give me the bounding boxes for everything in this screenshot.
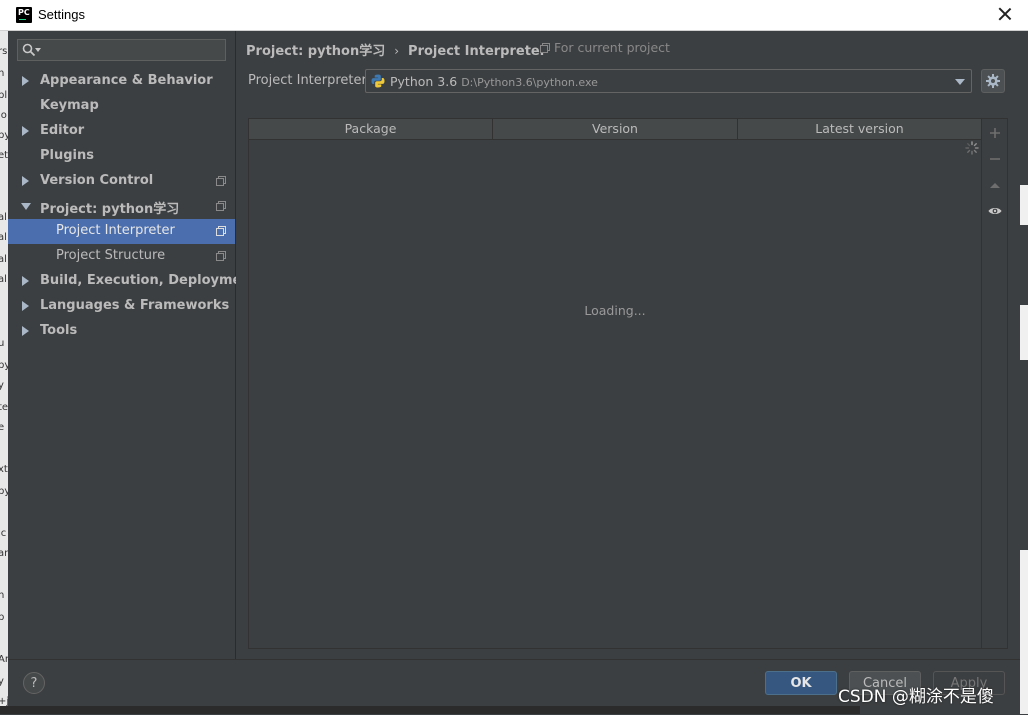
minus-icon bbox=[990, 158, 1000, 160]
upgrade-package-button[interactable] bbox=[985, 175, 1005, 195]
column-header-version[interactable]: Version bbox=[493, 119, 738, 139]
sidebar-item-languages-frameworks[interactable]: Languages & Frameworks bbox=[8, 294, 235, 319]
copy-icon bbox=[216, 201, 226, 211]
collapsed-arrow-icon[interactable] bbox=[22, 126, 29, 136]
sidebar-item-project-interpreter[interactable]: Project Interpreter bbox=[8, 219, 235, 244]
background-window-bottom bbox=[0, 706, 860, 714]
settings-sidebar: Appearance & Behavior Keymap Editor Plugins… bbox=[8, 31, 257, 659]
watermark: CSDN @糊涂不是傻 bbox=[838, 687, 994, 707]
sidebar-item-label: Project: python学习 bbox=[40, 202, 180, 217]
gear-icon bbox=[986, 74, 1000, 88]
settings-search-box[interactable] bbox=[17, 39, 226, 61]
copy-icon bbox=[216, 176, 226, 186]
install-package-button[interactable] bbox=[985, 123, 1005, 143]
interpreter-dropdown[interactable]: Python 3.6 D:\Python3.6\python.exe bbox=[365, 69, 972, 93]
sidebar-item-label: Project Structure bbox=[56, 248, 166, 263]
breadcrumb: Project: python学习 › Project Interpreter bbox=[246, 40, 546, 59]
breadcrumb-separator: › bbox=[394, 44, 400, 58]
collapsed-arrow-icon[interactable] bbox=[22, 276, 29, 286]
window-title: Settings bbox=[38, 7, 85, 22]
chevron-down-icon bbox=[35, 48, 41, 52]
sidebar-item-label: Plugins bbox=[40, 148, 94, 163]
interpreter-name: Python 3.6 bbox=[390, 74, 458, 89]
sidebar-item-keymap[interactable]: Keymap bbox=[8, 94, 235, 119]
title-bar: PC Settings bbox=[0, 0, 1028, 31]
plus-icon bbox=[990, 128, 1000, 138]
sidebar-item-label: Keymap bbox=[40, 98, 99, 113]
sidebar-item-label: Appearance & Behavior bbox=[40, 73, 213, 88]
collapsed-arrow-icon[interactable] bbox=[22, 326, 29, 336]
eye-icon bbox=[988, 208, 1002, 214]
uninstall-package-button[interactable] bbox=[985, 149, 1005, 169]
copy-icon bbox=[216, 226, 226, 236]
package-table[interactable]: Package Version Latest version Loading..… bbox=[249, 119, 982, 648]
sidebar-item-editor[interactable]: Editor bbox=[8, 119, 235, 144]
settings-search-input[interactable] bbox=[44, 41, 222, 59]
loading-spinner-icon bbox=[965, 141, 979, 155]
expanded-arrow-icon[interactable] bbox=[21, 203, 31, 210]
breadcrumb-project[interactable]: Project: python学习 bbox=[246, 44, 385, 59]
show-early-releases-button[interactable] bbox=[985, 201, 1005, 221]
close-window-button[interactable] bbox=[996, 5, 1014, 23]
ok-button[interactable]: OK bbox=[765, 671, 837, 695]
interpreter-path: D:\Python3.6\python.exe bbox=[461, 76, 598, 89]
search-icon bbox=[22, 43, 36, 57]
collapsed-arrow-icon[interactable] bbox=[22, 176, 29, 186]
collapsed-arrow-icon[interactable] bbox=[22, 301, 29, 311]
breadcrumb-page: Project Interpreter bbox=[408, 44, 547, 59]
upgrade-icon bbox=[990, 183, 1000, 188]
copy-icon bbox=[216, 251, 226, 261]
sidebar-item-label: Build, Execution, Deployment bbox=[40, 273, 257, 288]
scope-note-text: For current project bbox=[554, 40, 670, 55]
sidebar-item-appearance-behavior[interactable]: Appearance & Behavior bbox=[8, 69, 235, 94]
interpreter-value: Python 3.6 D:\Python3.6\python.exe bbox=[390, 74, 598, 89]
sidebar-item-plugins[interactable]: Plugins bbox=[8, 144, 235, 169]
scope-note: For current project bbox=[540, 40, 670, 55]
background-window-right bbox=[1020, 30, 1028, 714]
project-interpreter-panel: Project: python学习 › Project Interpreter Fo… bbox=[236, 31, 1020, 659]
package-toolbar bbox=[982, 119, 1007, 648]
copy-icon bbox=[540, 43, 550, 53]
interpreter-settings-button[interactable] bbox=[981, 69, 1005, 93]
sidebar-item-label: Editor bbox=[40, 123, 85, 138]
chevron-down-icon bbox=[955, 79, 965, 85]
help-button[interactable]: ? bbox=[23, 672, 45, 694]
column-header-package[interactable]: Package bbox=[249, 119, 493, 139]
interpreter-label: Project Interpreter: bbox=[248, 73, 372, 88]
collapsed-arrow-icon[interactable] bbox=[22, 76, 29, 86]
package-table-header: Package Version Latest version bbox=[249, 119, 981, 140]
sidebar-item-label: Version Control bbox=[40, 173, 154, 188]
pycharm-logo-icon: PC bbox=[16, 7, 32, 23]
loading-text: Loading... bbox=[584, 303, 646, 318]
background-window-left: rsnbllopyet alalalalupyytee xtbyicarnpAr… bbox=[0, 30, 8, 714]
python-icon bbox=[371, 74, 385, 88]
sidebar-item-project-structure[interactable]: Project Structure bbox=[8, 244, 235, 269]
sidebar-item-build-execution-deployment[interactable]: Build, Execution, Deployment bbox=[8, 269, 257, 294]
sidebar-item-version-control[interactable]: Version Control bbox=[8, 169, 235, 194]
package-list-panel: Package Version Latest version Loading..… bbox=[248, 118, 1008, 649]
column-header-latest-version[interactable]: Latest version bbox=[738, 119, 981, 139]
sidebar-item-tools[interactable]: Tools bbox=[8, 319, 235, 344]
sidebar-item-label: Languages & Frameworks bbox=[40, 298, 230, 313]
sidebar-item-label: Tools bbox=[40, 323, 78, 338]
sidebar-item-project-python[interactable]: Project: python学习 bbox=[8, 194, 235, 219]
sidebar-item-label: Project Interpreter bbox=[56, 223, 175, 238]
